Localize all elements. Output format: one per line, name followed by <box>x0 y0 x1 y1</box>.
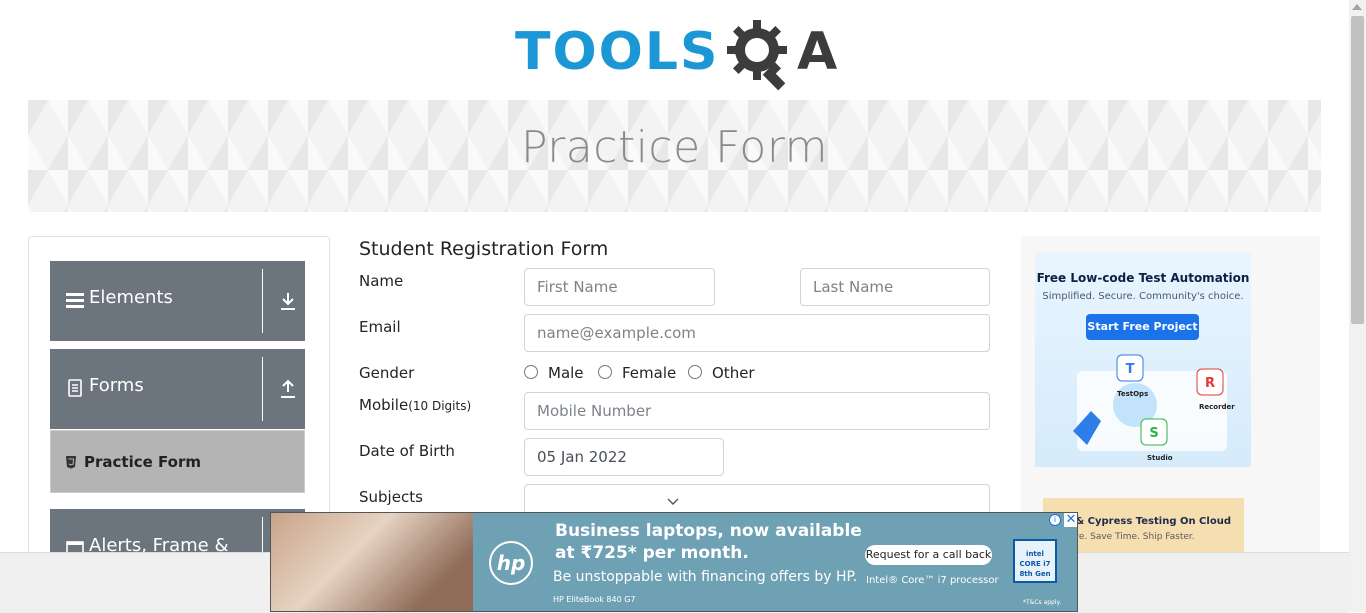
gear-magnifier-icon <box>727 20 787 91</box>
sidebar-item-practice-form[interactable]: Practice Form <box>50 430 305 493</box>
ad-photo <box>271 513 473 611</box>
logo-text-a: A <box>797 22 838 82</box>
hamburger-icon <box>66 293 84 308</box>
ad-line-1: Business laptops, now available <box>555 521 862 541</box>
toolsqa-logo[interactable]: TOOLS A <box>515 14 840 92</box>
document-icon <box>68 379 82 397</box>
page-title: Practice Form <box>520 122 829 173</box>
ad-subline: Be unstoppable with financing offers by … <box>553 569 858 585</box>
dob-label: Date of Birth <box>359 442 455 460</box>
gender-other-radio[interactable] <box>688 365 702 379</box>
ad-close-icon[interactable]: ✕ <box>1064 513 1077 527</box>
ad-headline: Free Low-code Test Automation <box>1036 271 1250 285</box>
sidebar-group-label: Elements <box>89 287 173 308</box>
product-label-studio: Studio <box>1147 454 1173 462</box>
sidebar-group-elements[interactable]: Elements <box>50 261 305 341</box>
ad-model: HP EliteBook 840 G7 <box>553 595 636 604</box>
form-title: Student Registration Form <box>359 238 609 260</box>
ad-processor: Intel® Core™ i7 processor <box>866 575 999 586</box>
svg-text:T: T <box>1126 362 1135 377</box>
gender-label: Gender <box>359 364 415 382</box>
gender-female-label[interactable]: Female <box>622 364 676 382</box>
divider <box>262 269 263 333</box>
gender-female-radio[interactable] <box>598 365 612 379</box>
email-input[interactable] <box>524 314 990 352</box>
scroll-thumb[interactable] <box>1351 16 1364 324</box>
email-label: Email <box>359 318 401 336</box>
bottom-ad-hp[interactable]: hp Business laptops, now available at ₹7… <box>270 512 1078 612</box>
scroll-up-arrow-icon[interactable] <box>1352 4 1362 10</box>
product-label-recorder: Recorder <box>1199 403 1235 411</box>
chevron-down-icon[interactable] <box>667 498 679 506</box>
mobile-label-text: Mobile <box>359 396 409 414</box>
html5-icon <box>66 456 76 469</box>
page-banner: Practice Form <box>28 100 1321 212</box>
gender-male-label[interactable]: Male <box>548 364 584 382</box>
name-label: Name <box>359 272 404 290</box>
svg-text:R: R <box>1205 376 1215 391</box>
intel-badge-icon: intel CORE i7 8th Gen <box>1013 539 1057 583</box>
date-of-birth-input[interactable]: 05 Jan 2022 <box>524 438 724 476</box>
last-name-input[interactable] <box>800 268 990 306</box>
side-ad-katalon[interactable]: Free Low-code Test Automation Simplified… <box>1035 251 1251 467</box>
gender-other-label[interactable]: Other <box>712 364 755 382</box>
subjects-label: Subjects <box>359 488 423 506</box>
ad-tagline: Simplified. Secure. Community's choice. <box>1042 291 1244 302</box>
ad-info-icon[interactable]: i <box>1049 514 1061 526</box>
product-label-testops: TestOps <box>1117 390 1149 398</box>
first-name-input[interactable] <box>524 268 715 306</box>
sidebar-group-forms[interactable]: Forms <box>50 349 305 429</box>
start-free-project-button[interactable]: Start Free Project <box>1086 314 1199 340</box>
sidebar-item-label: Practice Form <box>84 453 201 471</box>
logo-text-tools: TOOLS <box>515 22 720 82</box>
svg-text:S: S <box>1149 426 1158 441</box>
mobile-hint: (10 Digits) <box>408 399 472 413</box>
ad-terms: *T&Cs apply. <box>1023 599 1062 606</box>
upload-arrow-icon <box>281 379 295 398</box>
mobile-input[interactable] <box>524 392 990 430</box>
ad-line-2: at ₹725* per month. <box>555 543 749 563</box>
sidebar-group-label: Forms <box>89 375 144 396</box>
request-call-back-button[interactable]: Request for a call back <box>865 545 992 565</box>
gender-male-radio[interactable] <box>524 365 538 379</box>
divider <box>262 357 263 421</box>
hp-logo-icon: hp <box>489 541 533 585</box>
mobile-label: Mobile(10 Digits) <box>359 396 471 414</box>
download-arrow-icon <box>281 293 295 310</box>
